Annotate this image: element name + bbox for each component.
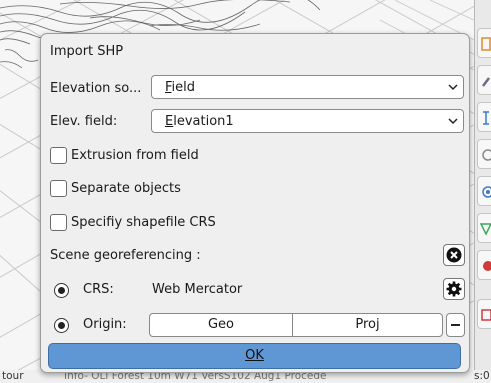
- origin-geo-button[interactable]: Geo: [150, 314, 292, 336]
- origin-radio-icon[interactable]: [54, 318, 69, 333]
- crs-label: CRS:: [83, 282, 114, 297]
- layers-tool-icon[interactable]: [477, 299, 491, 329]
- ok-button[interactable]: OK: [48, 343, 461, 369]
- elev-field-dropdown[interactable]: Elevation1: [151, 109, 464, 133]
- elevation-source-value: Field: [165, 80, 195, 95]
- elev-field-mnemonic: E: [165, 114, 174, 129]
- measure-tool-icon[interactable]: [477, 102, 491, 132]
- scene-georef-label: Scene georeferencing :: [50, 248, 201, 263]
- elevation-source-dropdown[interactable]: Field: [151, 75, 464, 99]
- extrusion-label: Extrusion from field: [71, 148, 199, 163]
- globe-tool-icon[interactable]: [477, 176, 491, 206]
- elev-field-value-rest: levation1: [173, 114, 234, 129]
- compass-tool-icon[interactable]: [477, 139, 491, 169]
- extrusion-checkbox[interactable]: [50, 147, 67, 164]
- origin-remove-button[interactable]: [446, 313, 465, 337]
- separate-objects-checkbox[interactable]: [50, 180, 67, 197]
- specify-crs-label: Specifiy shapefile CRS: [71, 215, 216, 230]
- chevron-down-icon: [448, 118, 458, 125]
- elev-field-value: Elevation1: [165, 114, 234, 129]
- status-left-text: tour: [2, 370, 24, 382]
- close-circle-icon[interactable]: [443, 244, 465, 266]
- right-toolbar: [474, 0, 491, 383]
- chevron-down-icon: [448, 84, 458, 91]
- pie-tool-icon[interactable]: [477, 250, 491, 280]
- gear-icon[interactable]: [443, 278, 465, 300]
- dialog-title: Import SHP: [50, 44, 124, 59]
- origin-proj-button[interactable]: Proj: [293, 314, 442, 336]
- elevation-source-label: Elevation so...: [50, 81, 142, 96]
- import-shp-dialog: Import SHP Elevation so... Field Elev. f…: [40, 33, 470, 373]
- elev-field-label: Elev. field:: [50, 114, 118, 129]
- ok-button-label: OK: [245, 348, 264, 363]
- wrench-tool-icon[interactable]: [477, 65, 491, 95]
- import-tool-icon[interactable]: [477, 28, 491, 58]
- separate-objects-label: Separate objects: [71, 181, 181, 196]
- status-right-text: s:0: [474, 370, 490, 383]
- specify-crs-checkbox[interactable]: [50, 214, 67, 231]
- origin-label: Origin:: [83, 317, 127, 332]
- origin-segmented-control: Geo Proj: [149, 313, 443, 337]
- filter-tool-icon[interactable]: [477, 213, 491, 243]
- crs-radio-icon[interactable]: [54, 283, 69, 298]
- elevation-source-value-rest: ield: [171, 80, 196, 95]
- crs-value: Web Mercator: [152, 282, 243, 297]
